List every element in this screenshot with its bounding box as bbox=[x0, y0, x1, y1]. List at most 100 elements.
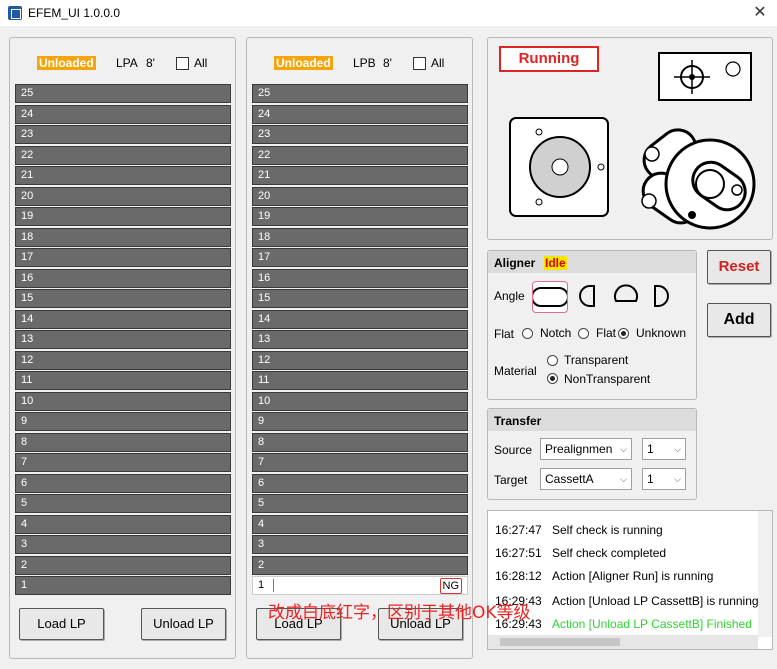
slot-row[interactable]: 19 bbox=[15, 207, 231, 226]
slot-row[interactable]: 22 bbox=[252, 145, 468, 165]
slot-row[interactable]: 16 bbox=[252, 268, 468, 288]
slot-number: 16 bbox=[21, 271, 34, 284]
flat-flat-radio[interactable] bbox=[578, 328, 589, 339]
slot-row[interactable]: 3 bbox=[252, 535, 468, 554]
load-port-icon bbox=[658, 52, 752, 101]
log-vertical-scrollbar[interactable] bbox=[758, 511, 772, 637]
slot-row[interactable]: 9 bbox=[252, 412, 468, 431]
slot-row[interactable]: 25 bbox=[252, 84, 468, 103]
slot-row[interactable]: 19 bbox=[252, 207, 468, 226]
slot-row[interactable]: 7 bbox=[252, 453, 468, 472]
slot-row[interactable]: 12 bbox=[15, 350, 231, 370]
log-entry: 16:29:43 Action [Unload LP CassettB] is r… bbox=[495, 594, 759, 608]
robot-arm-icon bbox=[641, 128, 756, 230]
slot-row[interactable]: 7 bbox=[15, 453, 231, 472]
slot-row[interactable]: 15 bbox=[15, 289, 231, 308]
angle-label: Angle bbox=[494, 289, 525, 303]
slot-number: 6 bbox=[258, 476, 265, 489]
slot-row[interactable]: 25 bbox=[15, 84, 231, 103]
slot-row[interactable]: 2 bbox=[252, 555, 468, 575]
slot-number: 1 bbox=[258, 579, 265, 591]
slot-row[interactable]: 8 bbox=[252, 432, 468, 452]
material-label: Material bbox=[494, 364, 537, 378]
lpa-load-button[interactable]: Load LP bbox=[19, 608, 104, 640]
source-select[interactable]: Prealignmen ⌵ bbox=[540, 438, 632, 460]
slot-row[interactable]: 3 bbox=[15, 535, 231, 554]
slot-row[interactable]: 13 bbox=[15, 330, 231, 349]
slot-row[interactable]: 1 NG bbox=[252, 576, 468, 595]
slot-row[interactable]: 5 bbox=[252, 494, 468, 513]
slot-row[interactable]: 10 bbox=[252, 391, 468, 411]
annotation-note: 改成白底红字，区别于其他OK等级 bbox=[268, 603, 531, 623]
source-slot-select[interactable]: 1 ⌵ bbox=[642, 438, 686, 460]
material-transparent-radio[interactable] bbox=[547, 355, 558, 366]
slot-row[interactable]: 5 bbox=[15, 494, 231, 513]
slot-row[interactable]: 23 bbox=[252, 125, 468, 144]
slot-row[interactable]: 24 bbox=[252, 104, 468, 124]
angle-option-flat-left[interactable] bbox=[646, 281, 682, 313]
lpb-header: Unloaded LPB 8' All bbox=[247, 56, 472, 74]
slot-row[interactable]: 11 bbox=[252, 371, 468, 390]
slot-row[interactable]: 21 bbox=[252, 166, 468, 185]
slot-row[interactable]: 20 bbox=[15, 186, 231, 206]
slot-row[interactable]: 8 bbox=[15, 432, 231, 452]
slot-row[interactable]: 10 bbox=[15, 391, 231, 411]
slot-row[interactable]: 18 bbox=[15, 227, 231, 247]
slot-row[interactable]: 17 bbox=[15, 248, 231, 267]
lpb-all-label: All bbox=[431, 56, 445, 70]
slot-number: 9 bbox=[258, 415, 265, 427]
slot-number: 25 bbox=[21, 87, 34, 99]
slot-number: 10 bbox=[21, 394, 34, 407]
slot-row[interactable]: 21 bbox=[15, 166, 231, 185]
aligner-group: Aligner Idle Angle Flat Notch Flat Unkno… bbox=[487, 250, 697, 400]
lpa-all-label: All bbox=[194, 56, 208, 70]
event-log[interactable]: 16:27:47 Self check is running 16:27:51 Se… bbox=[487, 510, 773, 650]
app-icon bbox=[8, 6, 22, 20]
slot-row[interactable]: 4 bbox=[15, 514, 231, 534]
slot-row[interactable]: 16 bbox=[15, 268, 231, 288]
flat-unknown-radio[interactable] bbox=[618, 328, 629, 339]
slot-row[interactable]: 15 bbox=[252, 289, 468, 308]
slot-row[interactable]: 13 bbox=[252, 330, 468, 349]
source-label: Source bbox=[494, 443, 533, 457]
angle-option-flat-bottom[interactable] bbox=[608, 281, 644, 313]
close-button[interactable]: ✕ bbox=[749, 2, 771, 24]
slot-number: 12 bbox=[258, 353, 271, 366]
slot-row[interactable]: 11 bbox=[15, 371, 231, 390]
slot-row[interactable]: 18 bbox=[252, 227, 468, 247]
slot-row[interactable]: 17 bbox=[252, 248, 468, 267]
material-nontransparent-radio[interactable] bbox=[547, 373, 558, 384]
slot-row[interactable]: 20 bbox=[252, 186, 468, 206]
slot-row[interactable]: 9 bbox=[15, 412, 231, 431]
angle-option-flat-right[interactable] bbox=[570, 281, 606, 313]
slot-row[interactable]: 6 bbox=[252, 473, 468, 493]
slot-row[interactable]: 14 bbox=[15, 309, 231, 329]
slot-number: 1 bbox=[21, 579, 28, 591]
slot-row[interactable]: 12 bbox=[252, 350, 468, 370]
slot-row[interactable]: 14 bbox=[252, 309, 468, 329]
target-select[interactable]: CassettA ⌵ bbox=[540, 468, 632, 490]
slot-row[interactable]: 24 bbox=[15, 104, 231, 124]
slot-row[interactable]: 4 bbox=[252, 514, 468, 534]
lpa-unload-button[interactable]: Unload LP bbox=[141, 608, 226, 640]
lpb-all-checkbox[interactable] bbox=[413, 57, 426, 70]
slot-row[interactable]: 6 bbox=[15, 473, 231, 493]
slot-row[interactable]: 2 bbox=[15, 555, 231, 575]
log-horizontal-scrollbar[interactable] bbox=[488, 635, 758, 649]
slot-row[interactable]: 1 bbox=[15, 576, 231, 595]
slot-number: 22 bbox=[21, 148, 34, 161]
slot-row[interactable]: 23 bbox=[15, 125, 231, 144]
lpa-all-checkbox[interactable] bbox=[176, 57, 189, 70]
slot-row[interactable]: 22 bbox=[15, 145, 231, 165]
slot-number: 19 bbox=[21, 210, 34, 222]
log-scroll-thumb[interactable] bbox=[500, 638, 620, 646]
reset-button[interactable]: Reset bbox=[707, 250, 771, 284]
angle-option-notch-down[interactable] bbox=[531, 281, 569, 313]
target-slot-select[interactable]: 1 ⌵ bbox=[642, 468, 686, 490]
ng-status-badge: NG bbox=[439, 578, 462, 594]
add-button[interactable]: Add bbox=[707, 303, 771, 337]
slot-number: 10 bbox=[258, 394, 271, 407]
flat-notch-radio[interactable] bbox=[522, 328, 533, 339]
chevron-down-icon: ⌵ bbox=[620, 444, 627, 454]
slot-number: 24 bbox=[258, 107, 271, 120]
